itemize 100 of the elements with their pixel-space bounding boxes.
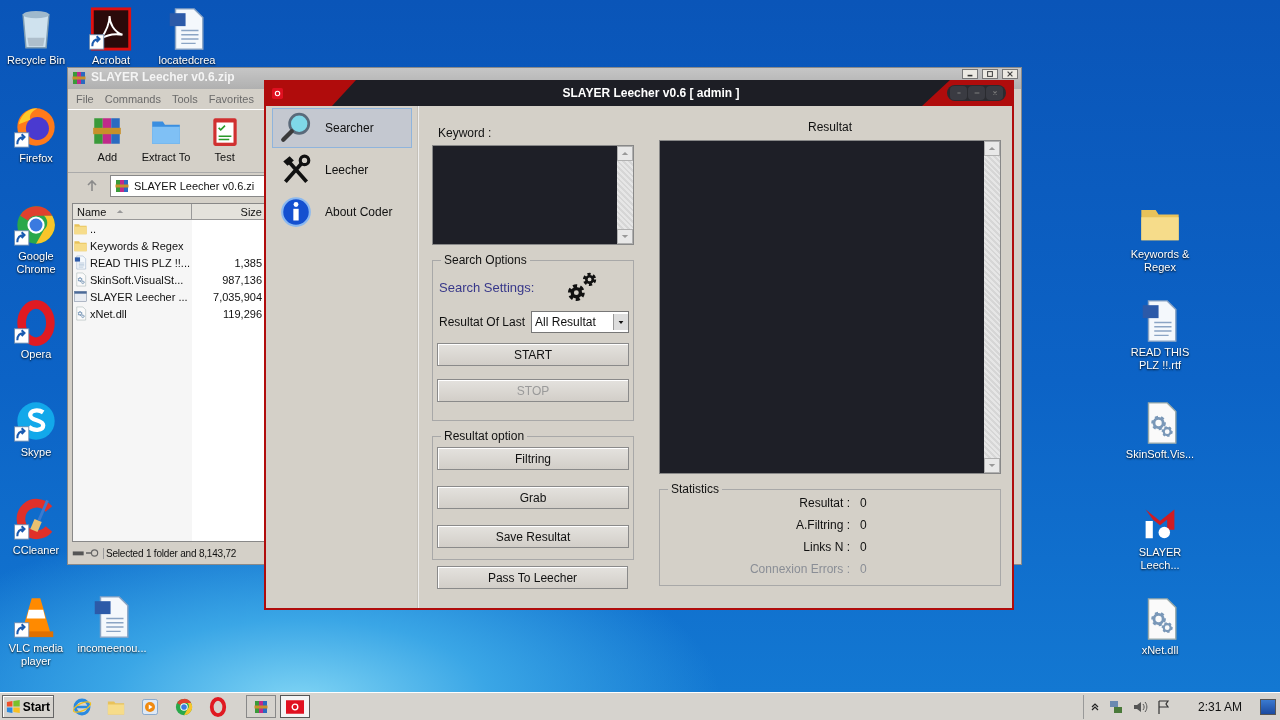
desktop-icon-label[interactable]: Google Chrome (5, 250, 67, 276)
drive-key-icon (72, 547, 100, 559)
keyword-field[interactable] (432, 145, 634, 245)
file-size: 119,296 (223, 307, 262, 320)
minimize-icon (954, 89, 963, 97)
action-button[interactable]: START (437, 343, 629, 366)
menu-item[interactable]: Tools (172, 93, 198, 105)
taskbar-button[interactable] (246, 695, 276, 718)
app-icon[interactable] (272, 88, 283, 99)
window-title: SLAYER Leecher v0.6.zip (91, 70, 235, 84)
file-size: 987,136 (222, 273, 262, 286)
action-button[interactable]: Save Resultat (437, 525, 629, 548)
column-header[interactable]: Name (73, 204, 192, 220)
action-button[interactable]: Filtring (437, 447, 629, 470)
desktop-icon-label[interactable]: Opera (20, 348, 52, 361)
stat-value: 0 (860, 496, 868, 510)
menu-item[interactable]: Favorites (208, 93, 254, 105)
toolbar-button[interactable]: Extract To (136, 114, 196, 170)
menu-item[interactable]: Commands (104, 93, 161, 105)
file-name: .. (90, 222, 97, 235)
windows-logo-icon (6, 699, 21, 714)
file-name: SkinSoft.VisualSt... (90, 273, 184, 286)
show-desktop-button[interactable] (1260, 698, 1276, 715)
nav-label: About Coder (325, 205, 393, 219)
file-size: 7,035,904 (213, 290, 262, 303)
desktop-icon-label[interactable]: Recycle Bin (6, 54, 66, 67)
nav-item[interactable]: Leecher (272, 150, 412, 190)
desktop-icon-label[interactable]: SLAYER Leech... (1120, 546, 1200, 572)
window-title: SLAYER Leecher v0.6 [ admin ] (562, 86, 740, 100)
folder-icon (73, 221, 88, 236)
maximize-button[interactable] (982, 69, 998, 79)
gears-icon[interactable] (565, 270, 599, 304)
document-icon (73, 255, 88, 270)
pass-button[interactable]: Pass To Leecher (437, 566, 628, 589)
nav-item[interactable]: About Coder (272, 192, 412, 232)
toolbar-button[interactable]: Test (195, 114, 254, 170)
address-text: SLAYER Leecher v0.6.zi (134, 180, 255, 192)
start-button[interactable]: Start (2, 695, 54, 718)
taskbar-button[interactable] (280, 695, 310, 718)
nav-label: Leecher (325, 163, 369, 177)
program-file-icon (73, 289, 88, 304)
desktop-icon-label[interactable]: READ THIS PLZ !!.rtf (1120, 346, 1200, 372)
books-icon (114, 178, 130, 194)
pdf-app-icon[interactable] (88, 6, 134, 52)
file-row[interactable]: .. (73, 220, 264, 237)
network-icon[interactable] (1107, 698, 1124, 715)
group-title: Statistics (670, 482, 720, 496)
file-size: 1,385 (234, 256, 262, 269)
app-icon (286, 698, 304, 715)
desktop-icon-label[interactable]: SkinSoft.Vis... (1125, 448, 1195, 461)
clock[interactable]: 2:31 AM (1197, 699, 1242, 714)
field-label: Resultat Of Last (439, 315, 526, 329)
nav-item[interactable]: Searcher (272, 108, 412, 148)
file-name: SLAYER Leecher ... (90, 290, 188, 303)
maximize-icon (986, 70, 994, 78)
column-title: Name (77, 205, 107, 218)
stat-value: 0 (860, 540, 868, 554)
desktop-icon-label[interactable]: CCleaner (12, 544, 60, 557)
gear-file-icon (73, 306, 88, 321)
file-row[interactable]: xNet.dll 119,296 (73, 305, 264, 322)
info-icon (279, 195, 313, 229)
file-name: READ THIS PLZ !!... (90, 256, 191, 269)
column-header[interactable]: Size (192, 204, 264, 220)
file-row[interactable]: Keywords & Regex (73, 237, 264, 254)
toolbar-button[interactable]: Add (78, 114, 137, 170)
chevron-up-icon[interactable] (1089, 701, 1100, 712)
settings-link[interactable]: Search Settings: (439, 279, 565, 295)
menu-item[interactable]: File (76, 93, 94, 105)
close-icon (1006, 70, 1014, 78)
file-row[interactable]: SkinSoft.VisualSt... 987,136 (73, 271, 264, 288)
file-name: xNet.dll (90, 307, 127, 320)
close-button[interactable] (1002, 69, 1018, 79)
flag-icon[interactable] (1155, 698, 1172, 715)
books-icon (252, 698, 270, 715)
stat-label: Connexion Errors : (748, 562, 850, 576)
address-field[interactable]: SLAYER Leecher v0.6.zi (110, 175, 264, 197)
desktop-icon-label[interactable]: xNet.dll (1141, 644, 1179, 657)
stat-label: Links N : (802, 540, 850, 554)
ring-icon[interactable] (208, 696, 228, 717)
status-text: Selected 1 folder and 8,143,72 (103, 547, 237, 559)
gear-file-icon (73, 272, 88, 287)
desktop-icon-label[interactable]: VLC media player (5, 642, 67, 668)
action-button[interactable]: Grab (437, 486, 629, 509)
desktop-icon-label[interactable]: locatedcrea (158, 54, 216, 67)
group-title: Resultat option (443, 429, 526, 443)
browser-icon[interactable] (174, 696, 194, 717)
desktop-icon-label[interactable]: Skype (20, 446, 52, 459)
desktop-icon-label[interactable]: Acrobat (92, 54, 130, 67)
desktop-icon-label[interactable]: Firefox (19, 152, 53, 165)
file-row[interactable]: SLAYER Leecher ... 7,035,904 (73, 288, 264, 305)
books-icon (71, 70, 87, 86)
desktop-icon-label[interactable]: Keywords & Regex (1120, 248, 1200, 274)
nav-label: Searcher (325, 121, 374, 135)
file-row[interactable]: READ THIS PLZ !!... 1,385 (73, 254, 264, 271)
file-name: Keywords & Regex (90, 239, 184, 252)
folder-icon (73, 238, 88, 253)
sort-arrow-icon (116, 209, 125, 214)
minimize-button[interactable] (962, 69, 978, 79)
search-icon (279, 111, 313, 145)
results-dropdown[interactable]: All Resultat (531, 311, 629, 333)
